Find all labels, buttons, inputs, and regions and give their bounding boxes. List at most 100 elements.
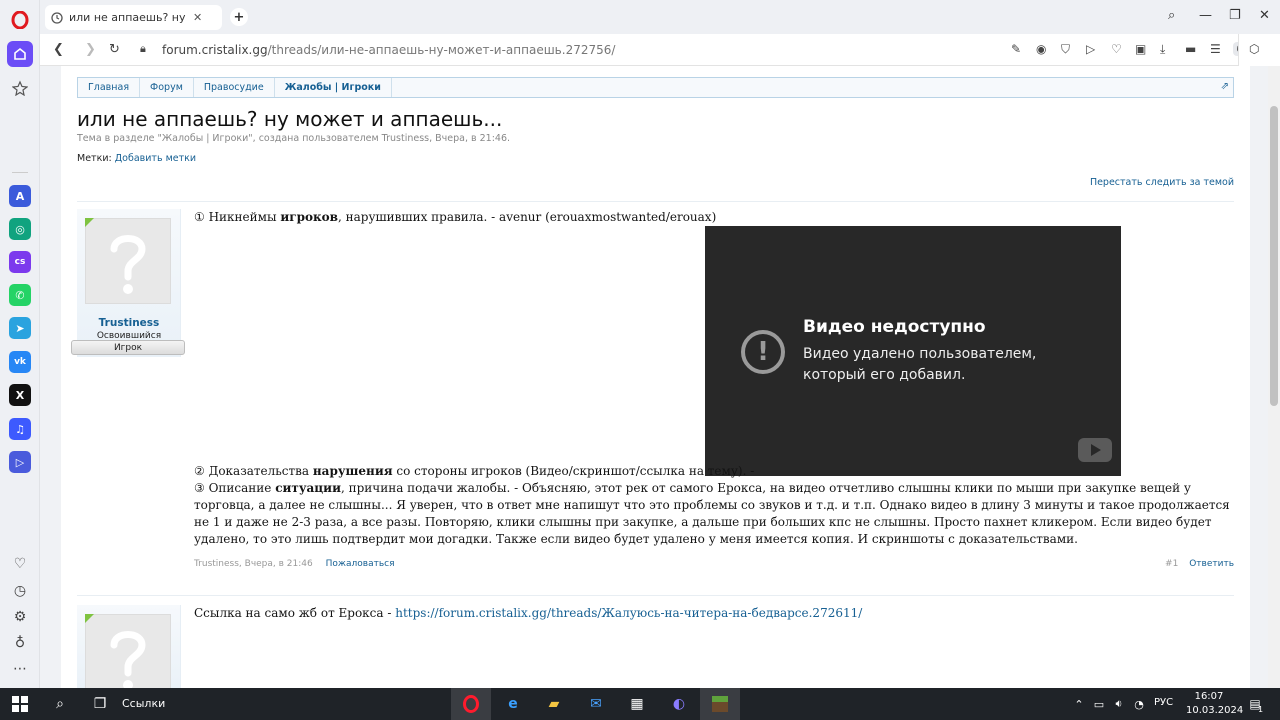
tab-active[interactable]: или не аппаешь? ну мож ✕ bbox=[45, 5, 222, 30]
x-app-icon[interactable]: X bbox=[9, 384, 31, 406]
opera-taskbar-icon[interactable] bbox=[461, 694, 481, 714]
more-dots-icon[interactable]: ⋯ bbox=[8, 657, 32, 681]
page-title: или не аппаешь? ну может и аппаешь... bbox=[77, 107, 503, 131]
extensions-cube-icon[interactable]: ⬡ bbox=[1249, 42, 1259, 56]
post-message: Ссылка на само жб от Ерокса - https://fo… bbox=[194, 606, 863, 620]
post-actions: #1 Ответить bbox=[1165, 559, 1234, 569]
complaint-link[interactable]: https://forum.cristalix.gg/threads/Жалую… bbox=[395, 606, 862, 620]
post-message-line2: ② Доказательства нарушения со стороны иг… bbox=[194, 464, 755, 478]
opera-sidebar: A ◎ cs ✆ ➤ vk X ♫ ▷ ♡ ◷ ⚙ ♁ ⋯ bbox=[0, 0, 40, 688]
home-icon[interactable] bbox=[7, 41, 33, 67]
vk-app-icon[interactable]: vk bbox=[9, 351, 31, 373]
navigation-bar: ❮ ❯ ↻ 🔒︎ forum.cristalix.gg/threads/или-… bbox=[40, 34, 1280, 66]
default-avatar-icon bbox=[110, 631, 146, 688]
send-icon[interactable]: ▷ bbox=[1086, 42, 1095, 56]
forum-page: Главная Форум Правосудие Жалобы | Игроки… bbox=[61, 66, 1250, 688]
post-number[interactable]: #1 bbox=[1165, 559, 1178, 569]
telegram-app-icon[interactable]: ➤ bbox=[9, 317, 31, 339]
post-message-body: ② Доказательства нарушения со стороны иг… bbox=[194, 463, 1234, 548]
mail-icon[interactable]: ✉ bbox=[586, 694, 606, 714]
breadcrumb-complaints-players[interactable]: Жалобы | Игроки bbox=[275, 78, 392, 97]
reply-link[interactable]: Ответить bbox=[1189, 559, 1234, 569]
windows-start-icon[interactable] bbox=[10, 694, 30, 714]
embedded-video[interactable]: ! Видео недоступно Видео удалено пользов… bbox=[705, 226, 1121, 476]
history-icon[interactable]: ◷ bbox=[8, 579, 32, 603]
site-favicon-icon bbox=[51, 11, 63, 24]
tips-lightbulb-icon[interactable]: ♁ bbox=[8, 631, 32, 655]
snapshot-edit-icon[interactable]: ✎ bbox=[1011, 42, 1021, 56]
edge-icon[interactable]: e bbox=[503, 694, 523, 714]
tab-bar: или не аппаешь? ну мож ✕ + ⌕ — ❐ ✕ bbox=[40, 0, 1280, 34]
wallet-icon[interactable]: ▣ bbox=[1135, 42, 1146, 56]
avatar[interactable] bbox=[85, 614, 171, 688]
volume-icon[interactable]: 🔉︎ bbox=[1109, 694, 1129, 714]
chatsonic-app-icon[interactable]: cs bbox=[9, 251, 31, 273]
minimize-icon[interactable]: — bbox=[1199, 8, 1212, 23]
close-window-icon[interactable]: ✕ bbox=[1259, 8, 1270, 23]
video-message: Видео удалено пользователем, который его… bbox=[803, 346, 1037, 383]
tab-title: или не аппаешь? ну мож bbox=[69, 11, 187, 24]
thread-description: Тема в разделе "Жалобы | Игроки", создан… bbox=[77, 133, 511, 144]
username[interactable]: Trustiness bbox=[77, 317, 181, 329]
search-icon[interactable]: ⌕ bbox=[50, 694, 70, 714]
settings-gear-icon[interactable]: ⚙ bbox=[8, 605, 32, 629]
bookmarks-icon[interactable] bbox=[8, 76, 32, 100]
tab-close-icon[interactable]: ✕ bbox=[193, 11, 202, 24]
video-title: Видео недоступно bbox=[803, 317, 986, 337]
post-message-line3: ③ Описание ситуации, причина подачи жало… bbox=[194, 481, 1230, 546]
post-meta-author[interactable]: Trustiness bbox=[194, 559, 239, 569]
aria-app-icon[interactable]: A bbox=[9, 185, 31, 207]
task-view-icon[interactable]: ❐ bbox=[90, 694, 110, 714]
reload-icon[interactable]: ↻ bbox=[109, 42, 120, 57]
post-meta-date[interactable]: Вчера, в 21:46 bbox=[245, 559, 313, 569]
restore-icon[interactable]: ❐ bbox=[1229, 8, 1241, 23]
player-app-icon[interactable]: ▷ bbox=[9, 451, 31, 473]
whatsapp-app-icon[interactable]: ✆ bbox=[9, 284, 31, 306]
easy-setup-icon[interactable]: ☰ bbox=[1210, 42, 1221, 56]
page-scrollbar[interactable] bbox=[1268, 66, 1280, 688]
breadcrumb-forum[interactable]: Форум bbox=[140, 78, 194, 97]
online-indicator bbox=[85, 614, 94, 623]
page-viewport: Главная Форум Правосудие Жалобы | Игроки… bbox=[40, 66, 1268, 688]
opera-logo-icon[interactable] bbox=[8, 8, 32, 32]
opera-gx-icon[interactable]: ◐ bbox=[669, 694, 689, 714]
hidden-icons-chevron-icon[interactable]: ⌃ bbox=[1069, 694, 1089, 714]
url-host: forum.cristalix.gg bbox=[162, 43, 268, 57]
minecraft-icon[interactable] bbox=[710, 694, 730, 714]
lock-icon[interactable]: 🔒︎ bbox=[140, 42, 146, 56]
breadcrumb-home[interactable]: Главная bbox=[78, 78, 141, 97]
music-app-icon[interactable]: ♫ bbox=[9, 418, 31, 440]
adblock-shield-icon[interactable]: ⛉ bbox=[1061, 42, 1070, 57]
chatgpt-app-icon[interactable]: ◎ bbox=[9, 218, 31, 240]
file-explorer-icon[interactable]: ▰ bbox=[544, 694, 564, 714]
battery-saver-icon[interactable]: ▬ bbox=[1185, 42, 1196, 56]
scrollbar-thumb[interactable] bbox=[1270, 106, 1278, 406]
camera-icon[interactable]: ◉ bbox=[1036, 42, 1046, 56]
add-tags-link[interactable]: Добавить метки bbox=[115, 153, 196, 164]
favorite-heart-icon[interactable]: ♡ bbox=[1111, 42, 1122, 56]
report-post-link[interactable]: Пожаловаться bbox=[326, 559, 395, 569]
heart-icon[interactable]: ♡ bbox=[8, 552, 32, 576]
user-banner: Игрок bbox=[71, 340, 185, 355]
post-meta: Trustiness, Вчера, в 21:46 Пожаловаться bbox=[194, 559, 395, 569]
search-tabs-icon[interactable]: ⌕ bbox=[1168, 8, 1175, 23]
taskbar-links-label[interactable]: Ссылки bbox=[122, 697, 165, 710]
network-icon[interactable]: ◔ bbox=[1129, 694, 1149, 714]
download-icon[interactable]: ⤓ bbox=[1160, 42, 1165, 57]
post-message-line1: ① Никнеймы игроков, нарушивших правила. … bbox=[194, 210, 717, 224]
jump-to-page-icon[interactable]: ⇗ bbox=[1221, 81, 1229, 92]
back-icon[interactable]: ❮ bbox=[53, 42, 64, 57]
battery-icon[interactable]: ▭ bbox=[1089, 694, 1109, 714]
unwatch-thread-link[interactable]: Перестать следить за темой bbox=[1090, 177, 1234, 188]
tags-label: Метки: bbox=[77, 153, 112, 164]
address-field[interactable]: forum.cristalix.gg/threads/или-не-аппаеш… bbox=[162, 43, 615, 57]
clock[interactable]: 16:07 10.03.2024 bbox=[1186, 690, 1243, 718]
breadcrumb-justice[interactable]: Правосудие bbox=[194, 78, 275, 97]
youtube-logo-icon[interactable] bbox=[1078, 438, 1112, 462]
input-language[interactable]: РУС bbox=[1154, 697, 1173, 708]
avatar[interactable] bbox=[85, 218, 171, 304]
thread-tags: Метки: Добавить метки bbox=[77, 153, 196, 164]
store-icon[interactable]: ▦ bbox=[627, 694, 647, 714]
forward-icon[interactable]: ❯ bbox=[85, 42, 96, 57]
new-tab-button[interactable]: + bbox=[230, 8, 248, 26]
